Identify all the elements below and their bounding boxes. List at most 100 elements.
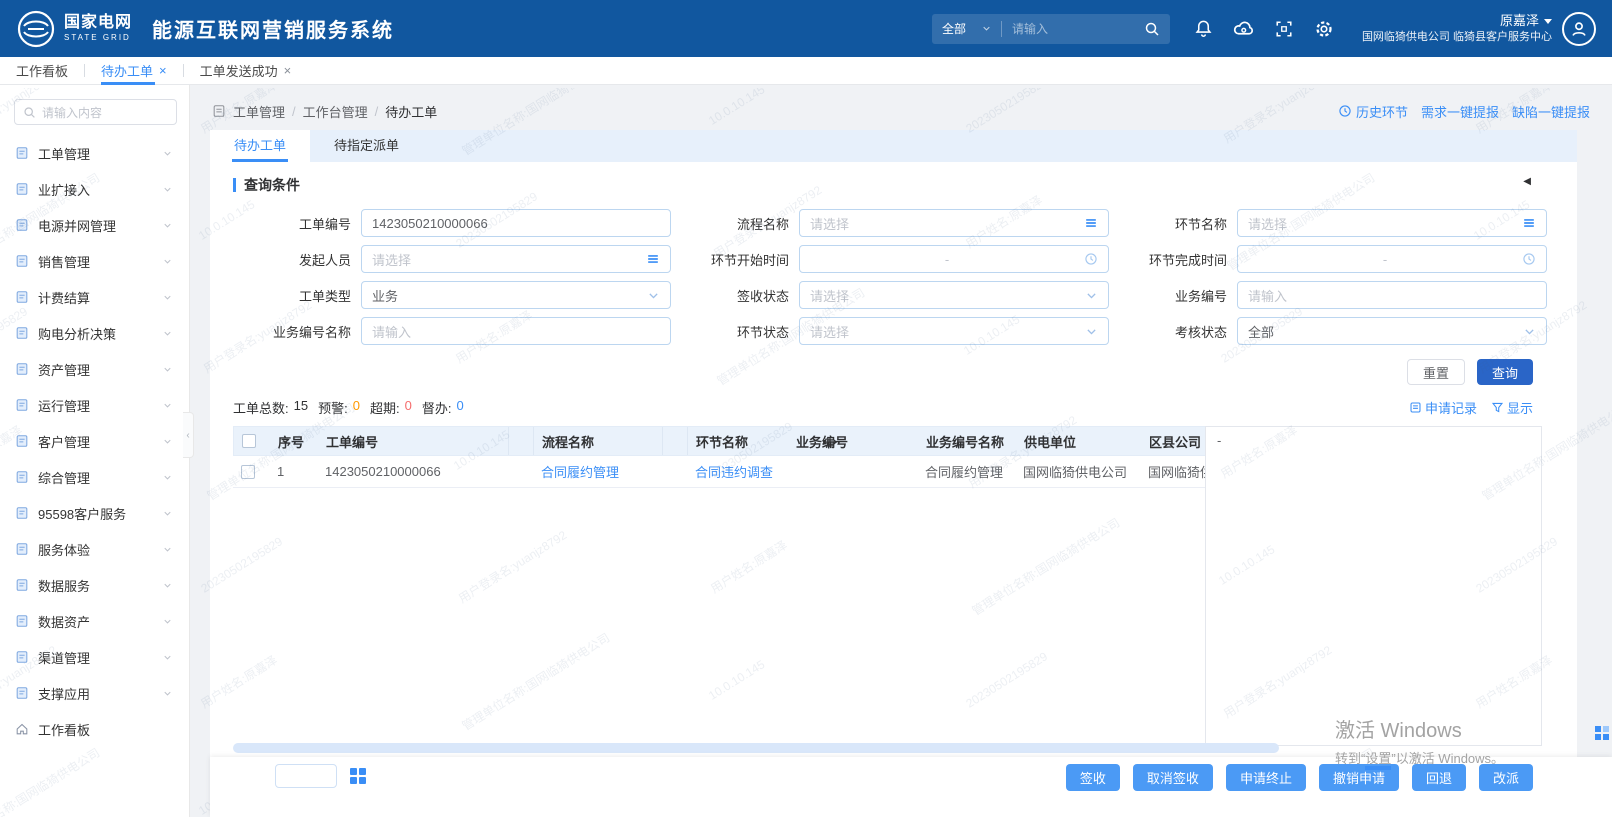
sidebar-item[interactable]: 工单管理 bbox=[0, 135, 189, 171]
footer-action-button[interactable]: 签收 bbox=[1066, 764, 1120, 791]
search-submit-button[interactable]: 查询 bbox=[1477, 359, 1533, 385]
field-input[interactable]: 全部 bbox=[1237, 317, 1547, 345]
sidebar-item[interactable]: 客户管理 bbox=[0, 423, 189, 459]
page-size-select[interactable] bbox=[275, 764, 337, 788]
document-icon bbox=[212, 104, 226, 118]
field-label: 业务编号名称 bbox=[233, 322, 361, 341]
table-cell-step[interactable]: 合同违约调查 bbox=[687, 462, 787, 481]
field-label: 签收状态 bbox=[671, 286, 799, 305]
content-tab[interactable]: 待指定派单 bbox=[310, 130, 423, 162]
window-tab[interactable]: 待办工单 × bbox=[101, 57, 167, 85]
sidebar-item[interactable]: 购电分析决策 bbox=[0, 315, 189, 351]
field-input[interactable]: 业务 bbox=[361, 281, 671, 309]
footer-action-button[interactable]: 撤销申请 bbox=[1319, 764, 1399, 791]
sidebar-item-label: 综合管理 bbox=[38, 468, 153, 487]
sidebar-item[interactable]: 销售管理 bbox=[0, 243, 189, 279]
reset-button[interactable]: 重置 bbox=[1407, 359, 1465, 385]
field-input[interactable]: 请选择 bbox=[799, 209, 1109, 237]
table-cell-check bbox=[233, 465, 269, 479]
field-input[interactable]: 请输入 bbox=[1237, 281, 1547, 309]
sidebar-item[interactable]: 数据资产 bbox=[0, 603, 189, 639]
brand-cn: 国家电网 bbox=[64, 15, 132, 31]
sidebar-item-label: 工单管理 bbox=[38, 144, 153, 163]
pager-icon[interactable] bbox=[350, 768, 366, 784]
sidebar-item-label: 电源并网管理 bbox=[38, 216, 153, 235]
sidebar-item[interactable]: 服务体验 bbox=[0, 531, 189, 567]
footer-action-button[interactable]: 改派 bbox=[1479, 764, 1533, 791]
sidebar-item[interactable]: 工作看板 bbox=[0, 711, 189, 747]
chevron-down-icon bbox=[162, 292, 173, 303]
sidebar-item[interactable]: 综合管理 bbox=[0, 459, 189, 495]
fullscreen-scan-button[interactable] bbox=[1264, 11, 1304, 47]
select-all-checkbox[interactable] bbox=[242, 434, 256, 448]
field-input[interactable]: 请输入 bbox=[361, 317, 671, 345]
sidebar-item[interactable]: 95598客户服务 bbox=[0, 495, 189, 531]
record-doc-icon bbox=[1409, 401, 1422, 414]
row-checkbox[interactable] bbox=[241, 465, 255, 479]
horizontal-scrollbar[interactable] bbox=[233, 743, 1279, 753]
footer-action-button[interactable]: 申请终止 bbox=[1226, 764, 1306, 791]
sidebar-search-input[interactable]: 请输入内容 bbox=[14, 99, 177, 125]
quick-link[interactable]: 需求一键提报 bbox=[1421, 102, 1499, 121]
user-info[interactable]: 原嘉泽 国网临猗供电公司 临猗县客户服务中心 bbox=[1362, 12, 1552, 44]
field-input[interactable]: 1423050210000066 bbox=[361, 209, 671, 237]
sidebar-item[interactable]: 支撑应用 bbox=[0, 675, 189, 711]
sidebar-item[interactable]: 运行管理 bbox=[0, 387, 189, 423]
sidebar-item-label: 服务体验 bbox=[38, 540, 153, 559]
sidebar-item[interactable]: 资产管理 bbox=[0, 351, 189, 387]
field-input[interactable]: - bbox=[1237, 245, 1547, 273]
list-tool-link[interactable]: 申请记录 bbox=[1409, 398, 1477, 417]
quick-link[interactable]: 历史环节 bbox=[1338, 102, 1408, 121]
query-buttons: 重置 查询 bbox=[210, 359, 1533, 385]
content-tab-bar: 待办工单待指定派单 bbox=[210, 130, 1577, 162]
field-label: 考核状态 bbox=[1109, 322, 1237, 341]
list-tool-link[interactable]: 显示 bbox=[1491, 398, 1533, 417]
table-cell-flow[interactable]: 合同履约管理 bbox=[533, 462, 661, 481]
window-tab[interactable]: 工作看板 bbox=[16, 57, 68, 85]
sidebar-collapse-handle[interactable]: ‹ bbox=[183, 412, 194, 458]
footer-action-button[interactable]: 回退 bbox=[1412, 764, 1466, 791]
close-icon[interactable]: × bbox=[284, 63, 292, 78]
breadcrumb-item[interactable]: 工单管理 bbox=[233, 102, 285, 121]
edge-widget-icon[interactable] bbox=[1595, 726, 1609, 740]
list-select-icon bbox=[646, 252, 660, 266]
query-field: 发起人员请选择 bbox=[233, 241, 671, 277]
window-tab-label: 待办工单 bbox=[101, 61, 153, 80]
settings-button[interactable] bbox=[1304, 11, 1344, 47]
table-header-cell bbox=[662, 427, 688, 455]
sidebar-item[interactable]: 数据服务 bbox=[0, 567, 189, 603]
sidebar-item[interactable]: 电源并网管理 bbox=[0, 207, 189, 243]
sidebar-item-label: 工作看板 bbox=[38, 720, 173, 739]
sidebar-item[interactable]: 业扩接入 bbox=[0, 171, 189, 207]
field-input[interactable]: 请选择 bbox=[799, 281, 1109, 309]
sidebar-item[interactable]: 渠道管理 bbox=[0, 639, 189, 675]
global-search[interactable]: 全部 请输入 bbox=[932, 14, 1170, 44]
close-icon[interactable]: × bbox=[159, 63, 167, 78]
quick-links: 历史环节需求一键提报缺陷一键提报 bbox=[1338, 102, 1590, 121]
search-scope-select[interactable]: 全部 bbox=[932, 20, 1001, 37]
notification-bell-button[interactable] bbox=[1184, 11, 1224, 47]
collapse-query-button[interactable]: ◀ bbox=[1523, 176, 1531, 187]
field-input[interactable]: 请选择 bbox=[361, 245, 671, 273]
field-input[interactable]: 请选择 bbox=[799, 317, 1109, 345]
search-button[interactable] bbox=[1134, 21, 1170, 37]
window-tab[interactable]: 工单发送成功× bbox=[200, 57, 292, 85]
field-input[interactable]: 请选择 bbox=[1237, 209, 1547, 237]
column-resize-cursor-icon[interactable] bbox=[822, 434, 838, 453]
sidebar-menu: 工单管理业扩接入电源并网管理销售管理计费结算购电分析决策资产管理运行管理客户管理… bbox=[0, 135, 189, 747]
search-scope-value: 全部 bbox=[942, 20, 966, 37]
field-input[interactable]: - bbox=[799, 245, 1109, 273]
cloud-service-button[interactable] bbox=[1224, 11, 1264, 47]
footer-action-button[interactable]: 取消签收 bbox=[1133, 764, 1213, 791]
avatar[interactable] bbox=[1562, 12, 1596, 46]
sidebar-item[interactable]: 计费结算 bbox=[0, 279, 189, 315]
field-label: 环节状态 bbox=[671, 322, 799, 341]
query-field: 签收状态请选择 bbox=[671, 277, 1109, 313]
user-org: 国网临猗供电公司 临猗县客户服务中心 bbox=[1362, 30, 1552, 45]
quick-link[interactable]: 缺陷一键提报 bbox=[1512, 102, 1590, 121]
breadcrumb-item[interactable]: 待办工单 bbox=[385, 102, 437, 121]
user-name: 原嘉泽 bbox=[1500, 12, 1539, 30]
search-input[interactable]: 请输入 bbox=[1002, 20, 1134, 37]
content-tab[interactable]: 待办工单 bbox=[210, 130, 310, 162]
breadcrumb-item[interactable]: 工作台管理 bbox=[303, 102, 368, 121]
